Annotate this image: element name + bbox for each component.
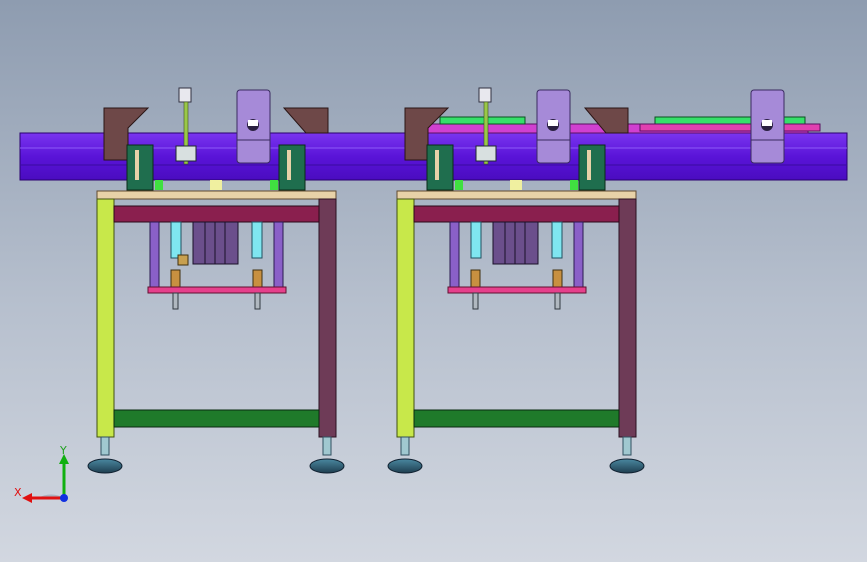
sensor-bracket-3 [750,89,785,164]
cad-viewport[interactable]: Y X [0,0,867,562]
x-axis-label: X [14,486,22,499]
sensor-rod-1 [175,87,197,165]
brown-plate-2 [282,107,329,134]
green-clamp-1 [126,144,154,191]
sensor-bracket-2 [536,89,571,164]
green-clamp-4 [578,144,606,191]
support-frame-2 [387,190,645,474]
y-axis-label: Y [59,444,67,457]
z-axis-dot [60,494,68,502]
green-clamp-3 [426,144,454,191]
sensor-bracket-1 [236,89,271,164]
support-frame-1 [87,190,345,474]
assembly-model [19,87,848,474]
orientation-triad: Y X [10,440,80,510]
green-clamp-2 [278,144,306,191]
